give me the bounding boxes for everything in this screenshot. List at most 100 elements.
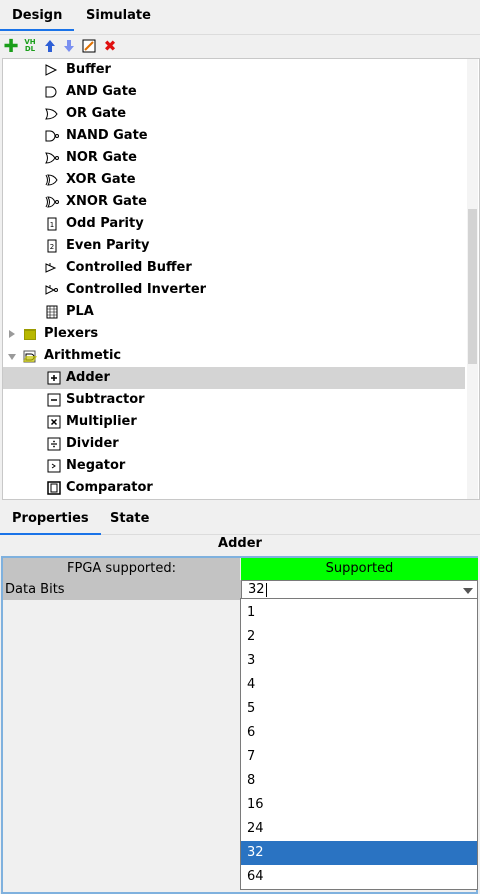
tree-item-label: XNOR Gate <box>66 194 147 209</box>
tree-item-buffer[interactable]: Buffer <box>3 59 465 81</box>
expand-icon[interactable] <box>9 330 15 338</box>
tree-item-label: Divider <box>66 436 119 451</box>
tree-item-label: Plexers <box>44 326 99 341</box>
tree-item-label: Arithmetic <box>44 348 122 363</box>
tree-item-label: Even Parity <box>66 238 150 253</box>
dropdown-option-24[interactable]: 24 <box>241 817 477 841</box>
edit-icon[interactable] <box>81 38 97 54</box>
odd-parity-icon: 1 <box>45 217 59 231</box>
tree-item-divider[interactable]: Divider <box>3 433 465 455</box>
tree-item-subtractor[interactable]: Subtractor <box>3 389 465 411</box>
tree-item-xor-gate[interactable]: XOR Gate <box>3 169 465 191</box>
svg-text:2: 2 <box>50 243 54 251</box>
pla-icon <box>45 305 59 319</box>
even-parity-icon: 2 <box>45 239 59 253</box>
tree-item-nand-gate[interactable]: NAND Gate <box>3 125 465 147</box>
fpga-supported-label: FPGA supported: <box>3 558 240 580</box>
delete-icon[interactable]: ✖ <box>102 37 118 55</box>
add-icon[interactable]: ✚ <box>3 36 19 57</box>
nor-gate-icon <box>45 151 59 165</box>
nand-gate-icon <box>45 129 59 143</box>
tree-item-and-gate[interactable]: AND Gate <box>3 81 465 103</box>
data-bits-dropdown[interactable]: 1 2 3 4 5 6 7 8 16 24 32 64 <box>240 598 478 890</box>
component-tree[interactable]: Buffer AND Gate OR Gate NAND Gate NOR Ga… <box>2 58 480 500</box>
tree-item-nor-gate[interactable]: NOR Gate <box>3 147 465 169</box>
tree-item-comparator[interactable]: Comparator <box>3 477 465 499</box>
negator-icon <box>47 459 61 473</box>
tree-item-label: Adder <box>66 370 110 385</box>
tree-item-label: NAND Gate <box>66 128 148 143</box>
dropdown-option-1[interactable]: 1 <box>241 601 477 625</box>
dropdown-option-7[interactable]: 7 <box>241 745 477 769</box>
xnor-gate-icon <box>45 195 59 209</box>
vhdl-text-bottom: DL <box>24 45 36 53</box>
tree-item-label: Comparator <box>66 480 153 495</box>
controlled-inverter-icon <box>45 283 59 297</box>
toolbar: ✚ VH DL ✖ <box>0 34 480 58</box>
tree-scrollbar-thumb[interactable] <box>468 209 477 364</box>
tree-item-label: Negator <box>66 458 126 473</box>
tree-item-pla[interactable]: PLA <box>3 301 465 323</box>
dropdown-option-5[interactable]: 5 <box>241 697 477 721</box>
tree-item-multiplier[interactable]: Multiplier <box>3 411 465 433</box>
tree-item-label: XOR Gate <box>66 172 136 187</box>
tree-item-or-gate[interactable]: OR Gate <box>3 103 465 125</box>
chevron-down-icon[interactable] <box>463 588 473 594</box>
tab-properties[interactable]: Properties <box>0 511 101 535</box>
controlled-buffer-icon <box>45 261 59 275</box>
tree-item-adder[interactable]: Adder <box>3 367 465 389</box>
xor-gate-icon <box>45 173 59 187</box>
folder-open-icon <box>23 349 37 363</box>
comparator-icon <box>47 481 61 495</box>
top-tab-bar: Design Simulate <box>0 0 480 35</box>
dropdown-option-32[interactable]: 32 <box>241 841 477 865</box>
buffer-icon <box>45 63 59 77</box>
tree-item-label: Subtractor <box>66 392 145 407</box>
tree-item-controlled-buffer[interactable]: Controlled Buffer <box>3 257 465 279</box>
folder-icon <box>23 327 37 341</box>
tree-item-label: Controlled Buffer <box>66 260 192 275</box>
data-bits-combobox[interactable]: 32 <box>241 580 478 600</box>
tree-item-odd-parity[interactable]: 1 Odd Parity <box>3 213 465 235</box>
tree-scrollbar[interactable] <box>467 59 478 499</box>
or-gate-icon <box>45 107 59 121</box>
dropdown-option-2[interactable]: 2 <box>241 625 477 649</box>
properties-tab-bar: Properties State <box>0 506 480 535</box>
tree-item-label: NOR Gate <box>66 150 137 165</box>
tree-folder-arithmetic[interactable]: Arithmetic <box>3 345 465 367</box>
data-bits-label: Data Bits <box>3 580 242 600</box>
divider-icon <box>47 437 61 451</box>
component-title: Adder <box>218 536 262 551</box>
dropdown-option-6[interactable]: 6 <box>241 721 477 745</box>
collapse-icon[interactable] <box>8 354 16 360</box>
dropdown-option-4[interactable]: 4 <box>241 673 477 697</box>
tree-item-controlled-inverter[interactable]: Controlled Inverter <box>3 279 465 301</box>
tree-item-negator[interactable]: Negator <box>3 455 465 477</box>
tree-item-xnor-gate[interactable]: XNOR Gate <box>3 191 465 213</box>
subtractor-icon <box>47 393 61 407</box>
dropdown-option-8[interactable]: 8 <box>241 769 477 793</box>
adder-icon <box>47 371 61 385</box>
move-up-icon[interactable] <box>42 38 58 54</box>
tree-item-label: OR Gate <box>66 106 127 121</box>
tree-folder-plexers[interactable]: Plexers <box>3 323 465 345</box>
move-down-icon[interactable] <box>61 38 77 54</box>
tree-item-label: AND Gate <box>66 84 137 99</box>
vhdl-icon[interactable]: VH DL <box>22 38 38 54</box>
tree-item-label: Buffer <box>66 62 111 77</box>
dropdown-option-3[interactable]: 3 <box>241 649 477 673</box>
tab-state[interactable]: State <box>110 511 149 526</box>
tab-design[interactable]: Design <box>0 8 75 31</box>
dropdown-option-16[interactable]: 16 <box>241 793 477 817</box>
tree-item-label: Multiplier <box>66 414 137 429</box>
fpga-supported-value: Supported <box>241 558 478 580</box>
tree-item-even-parity[interactable]: 2 Even Parity <box>3 235 465 257</box>
tree-item-label: Odd Parity <box>66 216 144 231</box>
dropdown-option-64[interactable]: 64 <box>241 865 477 889</box>
data-bits-value: 32 <box>248 582 265 597</box>
multiplier-icon <box>47 415 61 429</box>
text-caret <box>265 582 267 597</box>
tree-item-label: Controlled Inverter <box>66 282 207 297</box>
and-gate-icon <box>45 85 59 99</box>
tab-simulate[interactable]: Simulate <box>86 8 151 23</box>
